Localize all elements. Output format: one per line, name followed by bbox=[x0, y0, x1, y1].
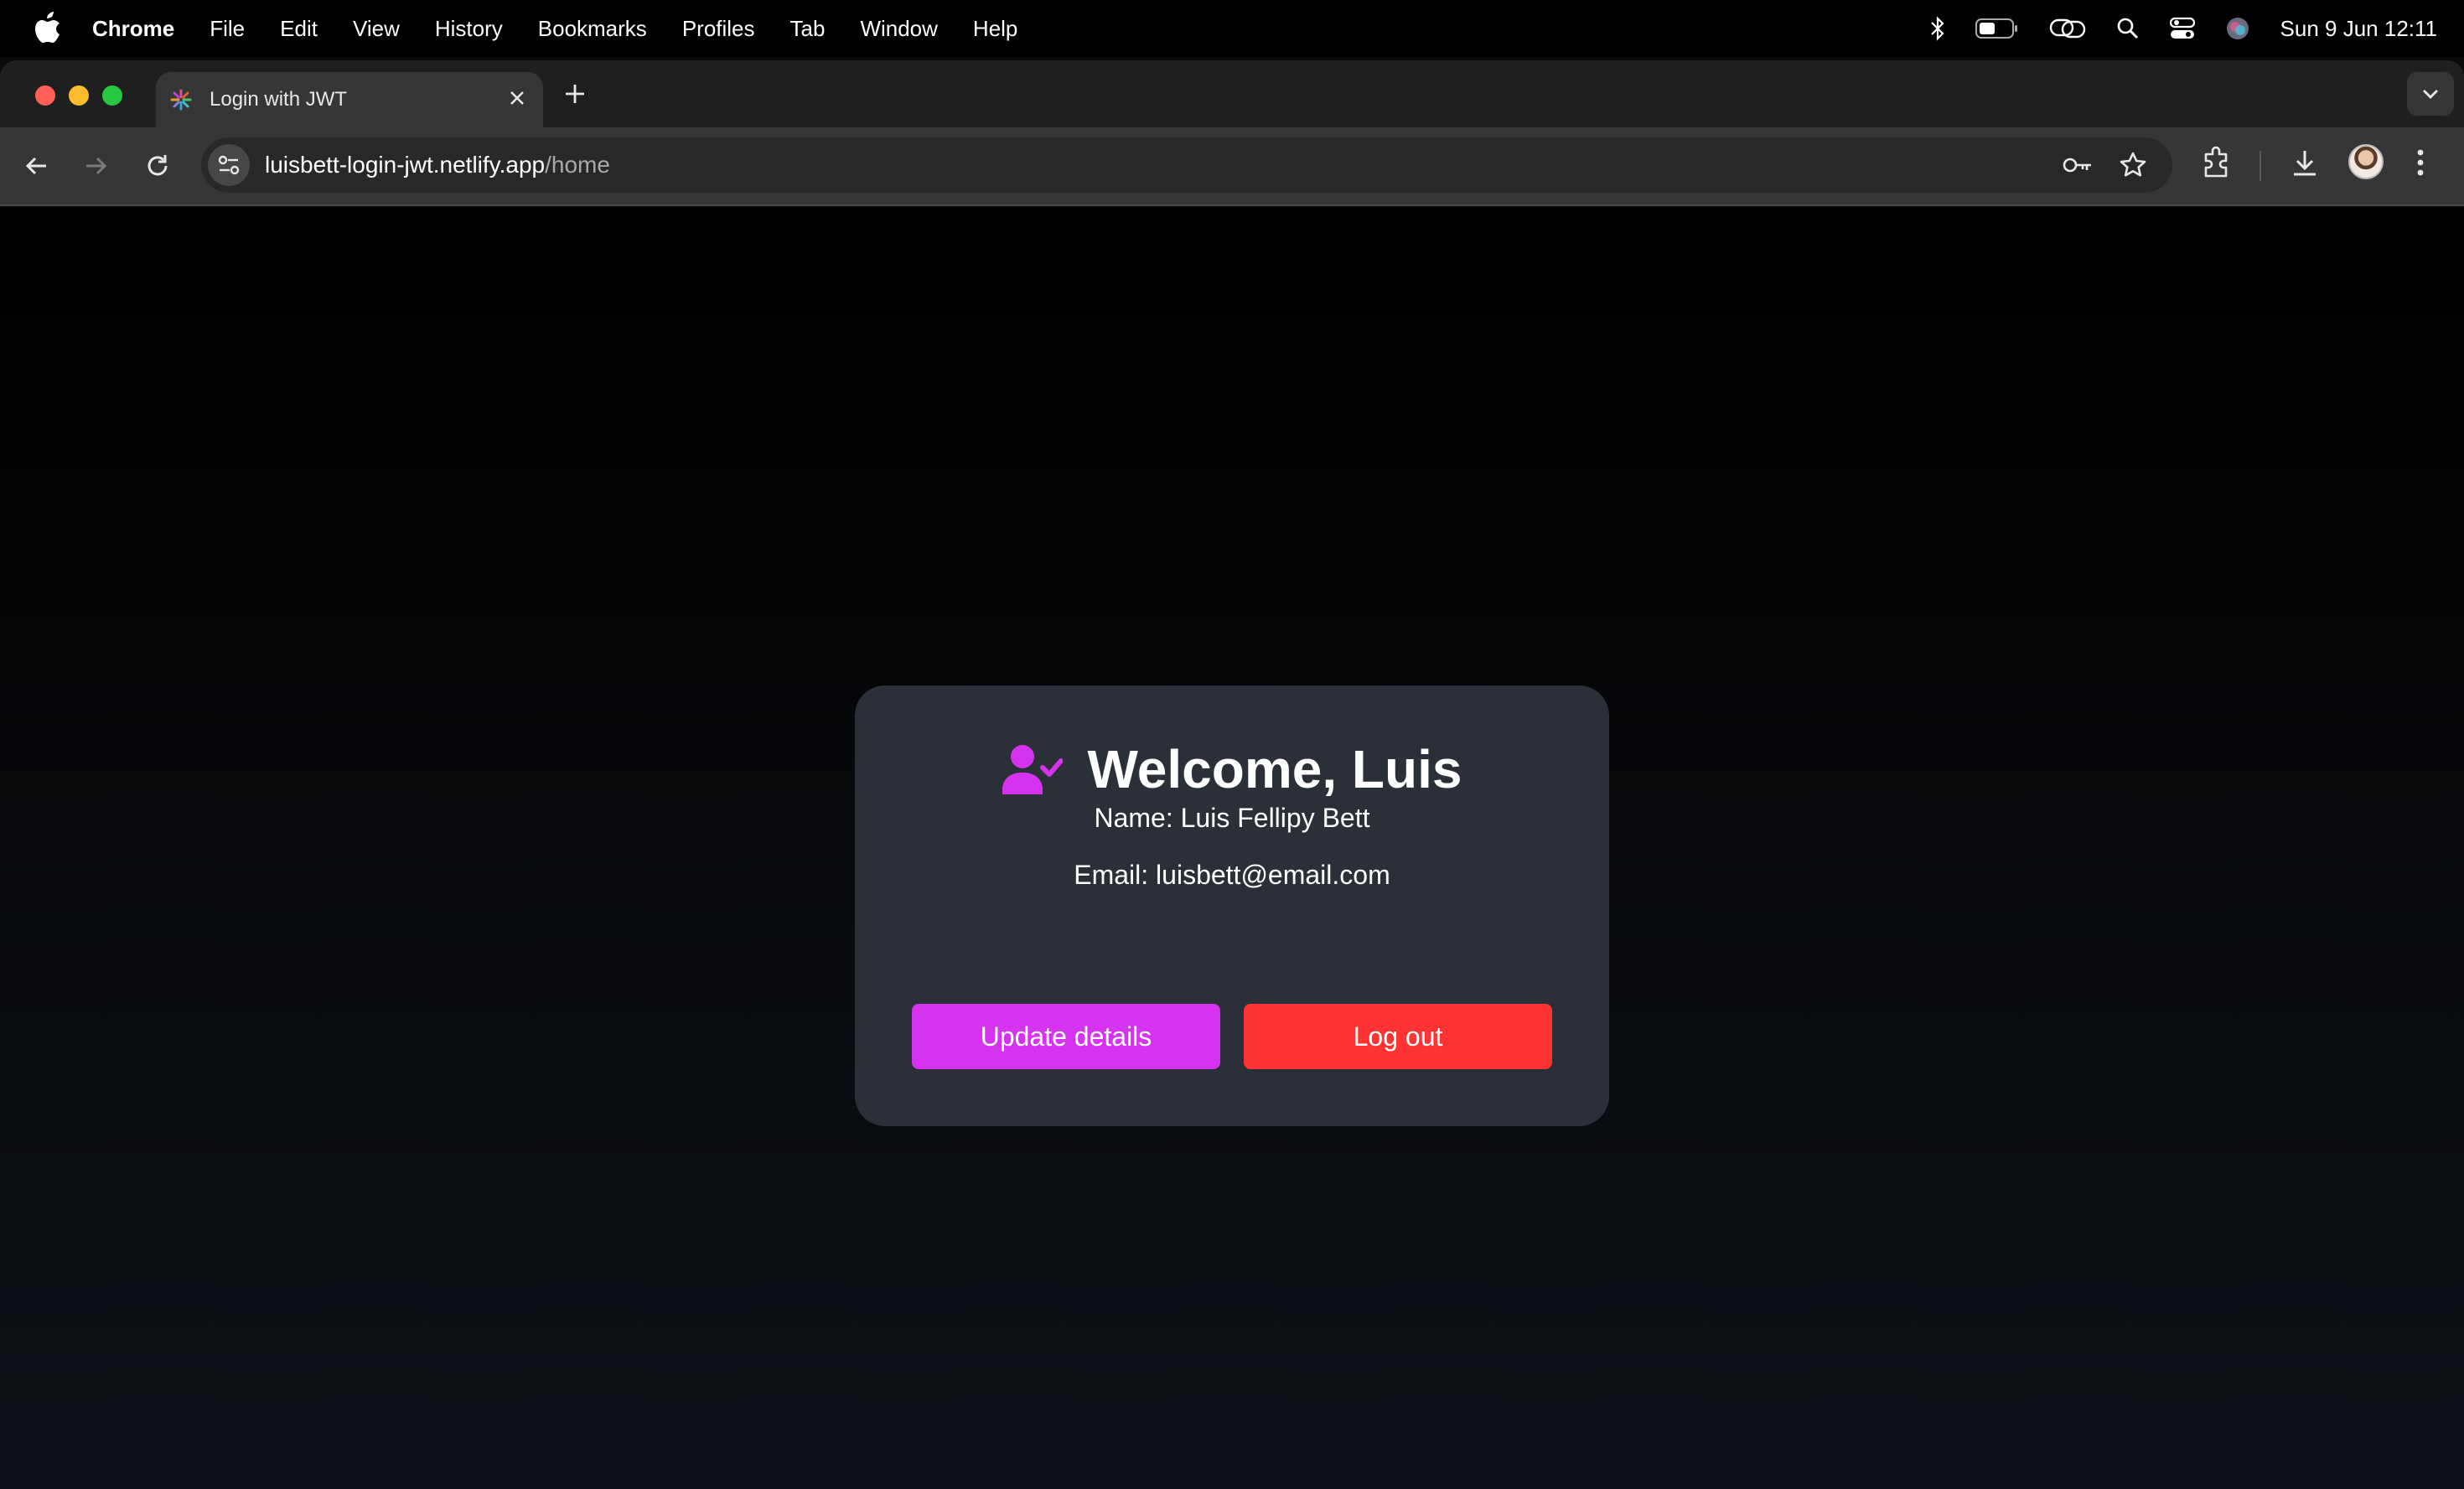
site-info-tune-icon[interactable] bbox=[208, 144, 250, 186]
battery-icon[interactable] bbox=[1975, 18, 2019, 39]
extensions-puzzle-icon[interactable] bbox=[2201, 146, 2231, 179]
more-menu-kebab-icon[interactable] bbox=[2415, 146, 2425, 179]
forward-arrow-icon[interactable] bbox=[82, 153, 109, 179]
welcome-heading: Welcome, Luis bbox=[855, 736, 1609, 803]
chevron-down-icon bbox=[2420, 87, 2441, 101]
update-details-button[interactable]: Update details bbox=[912, 1004, 1220, 1069]
bookmark-star-icon[interactable] bbox=[2119, 151, 2147, 179]
menu-bar-clock[interactable]: Sun 9 Jun 12:11 bbox=[2280, 16, 2437, 42]
window-close-button[interactable] bbox=[35, 85, 55, 106]
menu-window[interactable]: Window bbox=[860, 16, 937, 42]
profile-avatar[interactable] bbox=[2348, 144, 2384, 179]
menu-history[interactable]: History bbox=[435, 16, 503, 42]
user-email-line: Email: luisbett@email.com bbox=[1074, 860, 1390, 890]
browser-window: Login with JWT luisbett-login-jwt.netlif… bbox=[0, 60, 2464, 1489]
user-check-icon bbox=[1002, 744, 1063, 794]
menu-tab[interactable]: Tab bbox=[790, 16, 826, 42]
menu-app-chrome[interactable]: Chrome bbox=[92, 16, 174, 42]
url-host: luisbett-login-jwt.netlify.app bbox=[265, 152, 546, 178]
tab-search-button[interactable] bbox=[2407, 72, 2454, 116]
netlify-favicon-icon bbox=[169, 88, 193, 111]
spotlight-search-icon[interactable] bbox=[2116, 17, 2140, 40]
address-bar[interactable]: luisbett-login-jwt.netlify.app/home bbox=[201, 137, 2172, 193]
menu-file[interactable]: File bbox=[210, 16, 245, 42]
window-zoom-button[interactable] bbox=[102, 85, 122, 106]
page-viewport: Welcome, Luis Name: Luis Fellipy Bett Em… bbox=[0, 208, 2464, 1489]
toolbar-separator bbox=[2260, 151, 2261, 181]
window-minimize-button[interactable] bbox=[69, 85, 89, 106]
screen-mirroring-icon[interactable] bbox=[2049, 17, 2086, 40]
welcome-card: Welcome, Luis Name: Luis Fellipy Bett Em… bbox=[855, 685, 1609, 1126]
macos-menu-bar: Chrome File Edit View History Bookmarks … bbox=[0, 0, 2464, 57]
control-center-icon[interactable] bbox=[2169, 17, 2195, 40]
url-path: /home bbox=[545, 152, 610, 178]
log-out-button[interactable]: Log out bbox=[1244, 1004, 1552, 1069]
address-bar-url[interactable]: luisbett-login-jwt.netlify.app/home bbox=[265, 152, 610, 178]
reload-icon[interactable] bbox=[144, 153, 171, 179]
tab-close-icon[interactable] bbox=[508, 89, 526, 107]
menu-edit[interactable]: Edit bbox=[280, 16, 318, 42]
tab-login-with-jwt[interactable]: Login with JWT bbox=[156, 72, 543, 127]
apple-logo-icon[interactable] bbox=[34, 12, 62, 45]
password-key-icon[interactable] bbox=[2062, 153, 2094, 178]
downloads-icon[interactable] bbox=[2290, 146, 2320, 179]
tab-strip: Login with JWT bbox=[0, 60, 2464, 127]
menu-bookmarks[interactable]: Bookmarks bbox=[538, 16, 647, 42]
menu-view[interactable]: View bbox=[353, 16, 400, 42]
back-arrow-icon[interactable] bbox=[23, 153, 50, 179]
browser-toolbar: luisbett-login-jwt.netlify.app/home bbox=[0, 127, 2464, 206]
new-tab-plus-icon[interactable] bbox=[563, 82, 587, 106]
menu-bar-status-area: Sun 9 Jun 12:11 bbox=[1930, 0, 2464, 57]
bluetooth-icon[interactable] bbox=[1930, 16, 1945, 41]
menu-help[interactable]: Help bbox=[973, 16, 1017, 42]
siri-icon[interactable] bbox=[2225, 16, 2250, 41]
tab-title: Login with JWT bbox=[210, 88, 348, 111]
user-name-line: Name: Luis Fellipy Bett bbox=[1094, 803, 1370, 833]
menu-profiles[interactable]: Profiles bbox=[682, 16, 755, 42]
page-title: Welcome, Luis bbox=[1087, 739, 1462, 799]
